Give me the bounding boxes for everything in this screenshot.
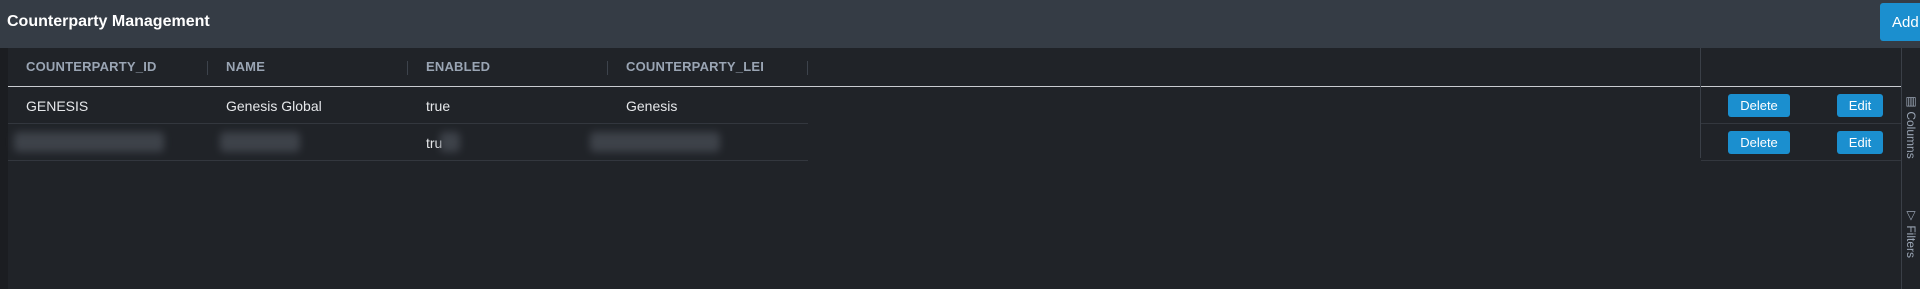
filters-tool-tab[interactable]: ▽ Filters (1904, 208, 1918, 258)
action-row: Delete Edit (1701, 87, 1902, 124)
cell-name: Genesis Global (226, 98, 322, 114)
add-button[interactable]: Add (1880, 3, 1920, 41)
column-resize-handle[interactable] (407, 61, 408, 75)
filters-tab-label: Filters (1904, 225, 1918, 259)
edit-button[interactable]: Edit (1837, 94, 1883, 117)
column-header-counterparty-lei[interactable]: COUNTERPARTY_LEI (626, 59, 764, 74)
columns-icon: ▥ (1904, 94, 1918, 108)
table-row[interactable]: GENESIS Genesis Global true Genesis (8, 87, 808, 124)
counterparty-grid: COUNTERPARTY_ID NAME ENABLED COUNTERPART… (8, 48, 1902, 289)
columns-tab-label: Columns (1904, 111, 1918, 159)
actions-column: Delete Edit Delete Edit (1700, 48, 1902, 161)
column-resize-handle[interactable] (807, 61, 808, 75)
redacted-cell-name (220, 132, 300, 152)
page-title: Counterparty Management (7, 13, 210, 30)
page-header: Counterparty Management Add (0, 0, 1920, 48)
action-row: Delete Edit (1701, 124, 1902, 161)
delete-button[interactable]: Delete (1728, 131, 1790, 154)
table-row[interactable]: tru (8, 124, 808, 161)
column-resize-handle[interactable] (607, 61, 608, 75)
grid-header: COUNTERPARTY_ID NAME ENABLED COUNTERPART… (8, 48, 1901, 87)
columns-tool-tab[interactable]: ▥ Columns (1904, 94, 1918, 159)
delete-button[interactable]: Delete (1728, 94, 1790, 117)
redacted-cell-enabled-tail (440, 132, 460, 152)
edit-button[interactable]: Edit (1837, 131, 1883, 154)
actions-column-header (1701, 48, 1902, 87)
tool-panel-sidebar: ▥ Columns ▽ Filters (1901, 48, 1920, 289)
column-header-counterparty-id[interactable]: COUNTERPARTY_ID (26, 59, 157, 74)
redacted-cell-counterparty-lei (590, 132, 720, 152)
cell-counterparty-id: GENESIS (26, 98, 89, 114)
redacted-cell-counterparty-id (14, 132, 164, 152)
cell-counterparty-lei: Genesis (626, 98, 678, 114)
column-header-name[interactable]: NAME (226, 59, 265, 74)
cell-enabled: true (426, 98, 451, 114)
column-resize-handle[interactable] (207, 61, 208, 75)
filter-icon: ▽ (1904, 208, 1918, 222)
column-header-enabled[interactable]: ENABLED (426, 59, 490, 74)
